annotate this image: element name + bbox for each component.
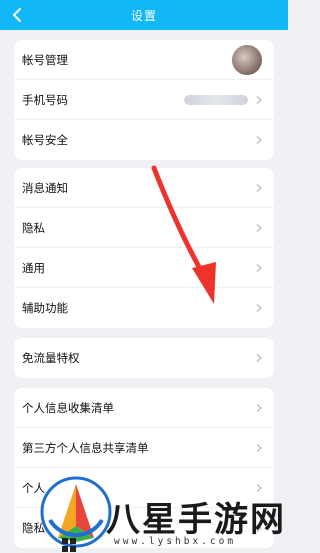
chevron-right-icon xyxy=(254,95,264,105)
general-group: 消息通知 隐私 通用 辅助功能 xyxy=(14,168,274,328)
account-security-label: 帐号安全 xyxy=(22,133,68,147)
free-data-group: 免流量特权 xyxy=(14,338,274,378)
privacy-row[interactable]: 隐私 xyxy=(14,208,274,248)
masked-phone-number xyxy=(184,94,248,105)
notifications-row[interactable]: 消息通知 xyxy=(14,168,274,208)
privacy-label: 隐私 xyxy=(22,220,45,235)
chevron-right-icon xyxy=(254,353,264,363)
chevron-right-icon xyxy=(254,303,264,313)
phone-number-row[interactable]: 手机号码 xyxy=(14,80,274,120)
account-management-label: 帐号管理 xyxy=(22,52,68,67)
personal-info-collection-label: 个人信息收集清单 xyxy=(22,400,114,415)
account-group: 帐号管理 手机号码 帐号安全 xyxy=(14,40,274,160)
notifications-label: 消息通知 xyxy=(22,180,68,195)
chevron-right-icon xyxy=(254,443,264,453)
title-bar: 设置 xyxy=(0,0,288,30)
third-party-sharing-label: 第三方个人信息共享清单 xyxy=(22,440,149,455)
chevron-right-icon xyxy=(254,263,264,273)
avatar xyxy=(232,44,262,75)
accessibility-label: 辅助功能 xyxy=(22,301,68,315)
watermark: 八星手游网 www.lyshbx.com xyxy=(40,470,288,553)
account-management-row[interactable]: 帐号管理 xyxy=(14,40,274,80)
back-icon[interactable] xyxy=(8,6,26,24)
chevron-right-icon xyxy=(254,135,264,145)
third-party-sharing-row[interactable]: 第三方个人信息共享清单 xyxy=(14,428,274,468)
chevron-right-icon xyxy=(254,183,264,193)
accessibility-row[interactable]: 辅助功能 xyxy=(14,288,274,328)
watermark-logo-icon xyxy=(40,476,112,548)
chevron-right-icon xyxy=(254,403,264,413)
watermark-url: www.lyshbx.com xyxy=(114,536,237,547)
free-data-row[interactable]: 免流量特权 xyxy=(14,338,274,378)
personal-info-collection-row[interactable]: 个人信息收集清单 xyxy=(14,388,274,428)
free-data-label: 免流量特权 xyxy=(22,351,80,365)
account-security-row[interactable]: 帐号安全 xyxy=(14,120,274,160)
grid-icon xyxy=(62,538,76,552)
phone-number-label: 手机号码 xyxy=(22,92,68,107)
general-row[interactable]: 通用 xyxy=(14,248,274,288)
page-title: 设置 xyxy=(130,8,157,23)
chevron-right-icon xyxy=(254,223,264,233)
watermark-title: 八星手游网 xyxy=(106,500,286,540)
general-label: 通用 xyxy=(22,260,45,275)
